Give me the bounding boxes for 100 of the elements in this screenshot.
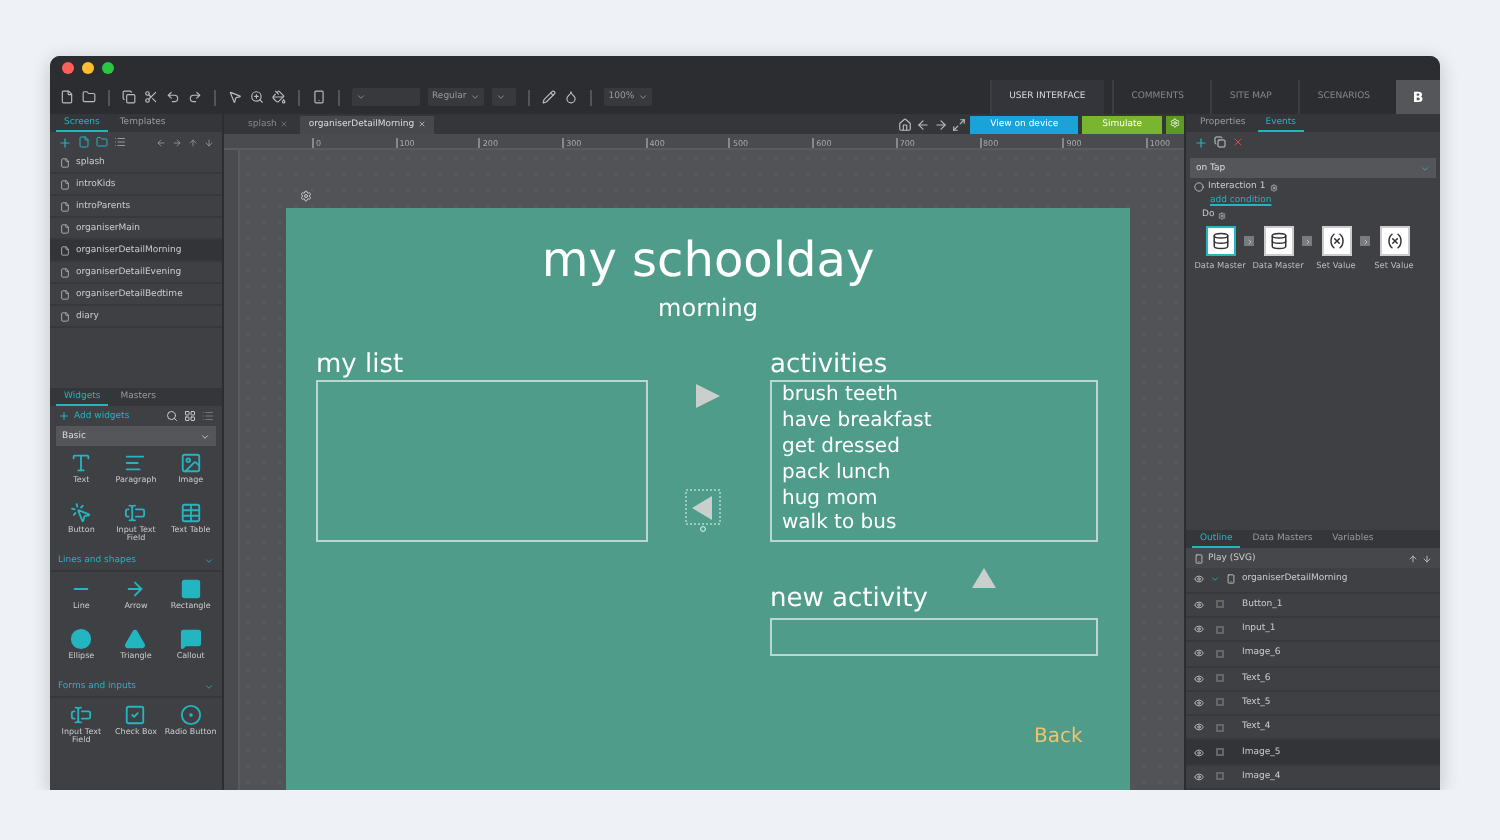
chevron-down-icon (496, 92, 507, 102)
lock-checkbox[interactable] (1216, 748, 1224, 757)
activity-item: brush teeth (782, 384, 901, 410)
device-icon (1194, 553, 1204, 564)
grid-view-icon[interactable] (184, 410, 196, 422)
opacity-icon[interactable] (564, 90, 579, 104)
arrow-down-icon[interactable] (1422, 553, 1432, 564)
eye-icon[interactable] (1194, 747, 1204, 758)
page-icon (60, 245, 70, 255)
add-icon[interactable] (58, 135, 72, 149)
radio-button-widget-icon (179, 704, 202, 726)
settings-icon[interactable] (1218, 211, 1227, 219)
minimize-window-button[interactable] (82, 62, 94, 74)
action-block[interactable] (1263, 226, 1293, 256)
chevron-down-icon (200, 431, 210, 441)
paint-bucket-icon[interactable] (272, 90, 286, 104)
action-block[interactable] (1321, 226, 1351, 256)
lock-checkbox[interactable] (1216, 600, 1224, 609)
lock-checkbox[interactable] (1216, 649, 1224, 658)
arrow-left-icon[interactable] (156, 137, 166, 147)
triangle-widget-icon (124, 628, 147, 650)
lock-checkbox[interactable] (1216, 674, 1224, 683)
input-field-widget-icon (124, 502, 147, 524)
delete-icon[interactable] (1232, 136, 1244, 148)
new-activity-field[interactable] (770, 618, 1098, 657)
pointer-icon[interactable] (228, 90, 242, 104)
close-window-button[interactable] (62, 62, 74, 74)
lock-checkbox[interactable] (1216, 772, 1224, 781)
screen-title: my schoolday (541, 234, 875, 287)
activity-item: walk to bus (782, 512, 899, 539)
text-widget-icon (70, 452, 93, 474)
chevron-down-icon[interactable] (1210, 574, 1220, 585)
lock-checkbox[interactable] (1216, 698, 1224, 707)
activity-item: pack lunch (782, 461, 893, 488)
page-icon (60, 201, 70, 211)
page-icon (60, 223, 70, 233)
arrow-right-icon[interactable] (172, 137, 182, 147)
forward-icon[interactable] (934, 117, 949, 131)
variable-icon (1385, 232, 1403, 250)
phone-icon[interactable] (312, 90, 326, 104)
settings-icon[interactable] (1269, 183, 1278, 191)
page-icon (60, 179, 70, 189)
home-icon[interactable] (898, 117, 913, 131)
maximize-window-button[interactable] (102, 62, 114, 74)
arrow-widget-icon (124, 578, 147, 600)
chevron-down-icon (204, 556, 214, 566)
callout-widget-icon (179, 628, 202, 650)
connector-icon (1360, 236, 1370, 246)
eye-icon[interactable] (1194, 722, 1204, 733)
connector-icon (1302, 236, 1312, 246)
undo-icon[interactable] (166, 90, 180, 104)
add-icon[interactable] (1194, 135, 1208, 149)
settings-icon[interactable] (300, 190, 312, 202)
lock-checkbox[interactable] (1216, 723, 1224, 732)
simulate-settings-button[interactable] (1166, 115, 1184, 133)
action-block[interactable] (1379, 226, 1409, 256)
redo-icon[interactable] (188, 90, 202, 104)
list-icon[interactable] (114, 136, 126, 148)
ellipse-widget-icon (70, 628, 93, 650)
zoom-icon[interactable] (250, 90, 264, 104)
eye-icon[interactable] (1194, 599, 1204, 610)
new-file-icon[interactable] (60, 90, 74, 104)
expand-icon[interactable] (952, 117, 967, 131)
eye-icon[interactable] (1194, 673, 1204, 684)
back-icon[interactable] (916, 117, 931, 131)
arrow-down-icon[interactable] (204, 137, 214, 147)
page-icon (60, 289, 70, 299)
lock-checkbox[interactable] (1216, 625, 1224, 634)
eye-icon[interactable] (1194, 771, 1204, 782)
eye-icon[interactable] (1194, 574, 1204, 585)
interaction-icon (1194, 182, 1204, 192)
page-icon (60, 267, 70, 277)
activity-item: have breakfast (782, 410, 934, 436)
page-icon (60, 157, 70, 167)
file-icon[interactable] (78, 136, 90, 148)
copy-icon[interactable] (122, 90, 136, 104)
arrow-up-icon[interactable] (1408, 553, 1418, 564)
database-icon (1269, 232, 1287, 250)
copy-icon[interactable] (1214, 136, 1226, 148)
eye-icon[interactable] (1194, 648, 1204, 659)
activity-item: hug mom (782, 487, 880, 512)
activities-label: activities (770, 350, 890, 381)
phone-icon (1226, 574, 1236, 585)
image-widget-icon (179, 452, 202, 474)
folder-icon[interactable] (82, 90, 96, 104)
new-activity-label: new activity (770, 584, 930, 615)
action-block[interactable] (1205, 226, 1235, 256)
chevron-down-icon (204, 682, 214, 692)
pen-icon[interactable] (542, 90, 557, 104)
settings-icon (1170, 117, 1180, 127)
chevron-down-icon (356, 92, 366, 102)
folder-icon[interactable] (96, 136, 108, 148)
arrow-up-icon[interactable] (188, 137, 198, 147)
screen-subtitle: morning (658, 294, 758, 323)
eye-icon[interactable] (1194, 697, 1204, 708)
database-icon (1211, 232, 1229, 250)
activity-item: get dressed (782, 435, 902, 462)
search-icon[interactable] (166, 410, 178, 422)
cut-icon[interactable] (144, 90, 158, 104)
eye-icon[interactable] (1194, 624, 1204, 635)
